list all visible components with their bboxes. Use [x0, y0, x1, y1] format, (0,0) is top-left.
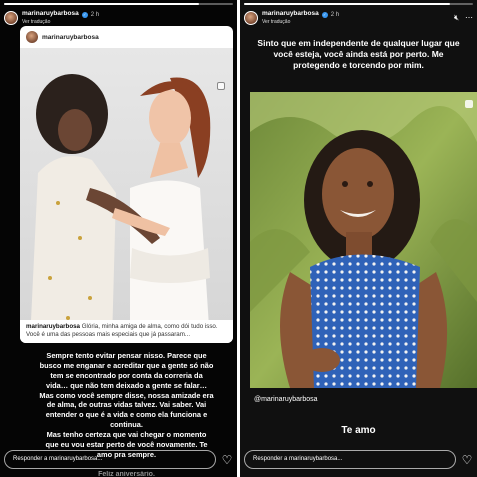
story-progress-fill: [4, 3, 199, 5]
story-text-line: continua.: [110, 420, 143, 430]
story-progress-fill: [244, 3, 451, 5]
story-username[interactable]: marinaruybarbosa: [262, 11, 319, 18]
story-text-cropped-line: Feliz aniversário.: [98, 471, 155, 477]
speaker-muted-icon[interactable]: 🔇︎: [454, 13, 459, 23]
post-username[interactable]: marinaruybarbosa: [42, 34, 99, 41]
post-select-checkbox[interactable]: [217, 82, 225, 90]
story-header: marinaruybarbosa ✓ 2 h Ver tradução: [4, 8, 233, 28]
story-time: 2 h: [330, 11, 340, 18]
more-options-icon[interactable]: ⋯: [465, 13, 473, 23]
story-time: 2 h: [90, 11, 100, 18]
story-text-line: que eu vou estar perto de você novamente…: [45, 439, 208, 449]
avatar[interactable]: [4, 11, 18, 25]
photo-select-checkbox[interactable]: [465, 100, 473, 108]
story-text: Sempre tento evitar pensar nisso. Parece…: [20, 351, 233, 461]
story-text-line: busco me enganar e acreditar que a gente…: [39, 360, 214, 370]
see-translation-link[interactable]: Ver tradução: [22, 19, 99, 25]
story-right: marinaruybarbosa ✓ 2 h Ver tradução 🔇︎ ⋯…: [240, 0, 477, 477]
post-photo: [20, 48, 233, 342]
story-text-line: tem se encontrado por conta da correria …: [50, 370, 203, 380]
heart-icon[interactable]: ♡: [221, 453, 233, 467]
story-text-line: Mas como você sempre disse, nossa amizad…: [39, 390, 214, 400]
verified-badge-icon: ✓: [321, 11, 328, 18]
embedded-post-card[interactable]: marinaruybarbosa marinaruybarbosa Glória…: [20, 26, 233, 343]
story-progress-bar: [4, 3, 233, 5]
story-left: marinaruybarbosa ✓ 2 h Ver tradução mari…: [0, 0, 237, 477]
story-header: marinaruybarbosa ✓ 2 h Ver tradução 🔇︎ ⋯: [244, 8, 473, 28]
story-text-line: Sempre tento evitar pensar nisso. Parece…: [46, 351, 207, 360]
see-translation-link[interactable]: Ver tradução: [262, 19, 339, 25]
woman-photo: [250, 92, 477, 388]
story-quote: Sinto que em independente de qualquer lu…: [257, 38, 460, 71]
story-text-line: vida… que não tem deixado a gente se fal…: [46, 380, 207, 390]
avatar[interactable]: [244, 11, 258, 25]
mention-sticker[interactable]: @marinaruybarbosa: [254, 396, 318, 403]
story-text-line: entender o que é a vida e como ela funci…: [45, 410, 208, 420]
post-header: marinaruybarbosa: [20, 26, 233, 48]
story-text-line: de alma, de outras vidas talvez. Vai sab…: [46, 400, 207, 410]
post-caption: marinaruybarbosa Glória, minha amiga de …: [20, 320, 233, 343]
story-text-line: Mas tenho certeza que vai chegar o momen…: [46, 430, 207, 439]
caption-username: marinaruybarbosa: [26, 323, 80, 330]
story-caption-te-amo: Te amo: [341, 425, 376, 436]
post-avatar[interactable]: [26, 31, 38, 43]
heart-icon[interactable]: ♡: [461, 453, 473, 467]
verified-badge-icon: ✓: [81, 11, 88, 18]
reply-input[interactable]: Responder a marinaruybarbosa...: [4, 450, 216, 469]
reply-input[interactable]: Responder a marinaruybarbosa...: [244, 450, 456, 469]
story-progress-bar: [244, 3, 473, 5]
story-photo: [250, 92, 477, 388]
story-username[interactable]: marinaruybarbosa: [22, 11, 79, 18]
